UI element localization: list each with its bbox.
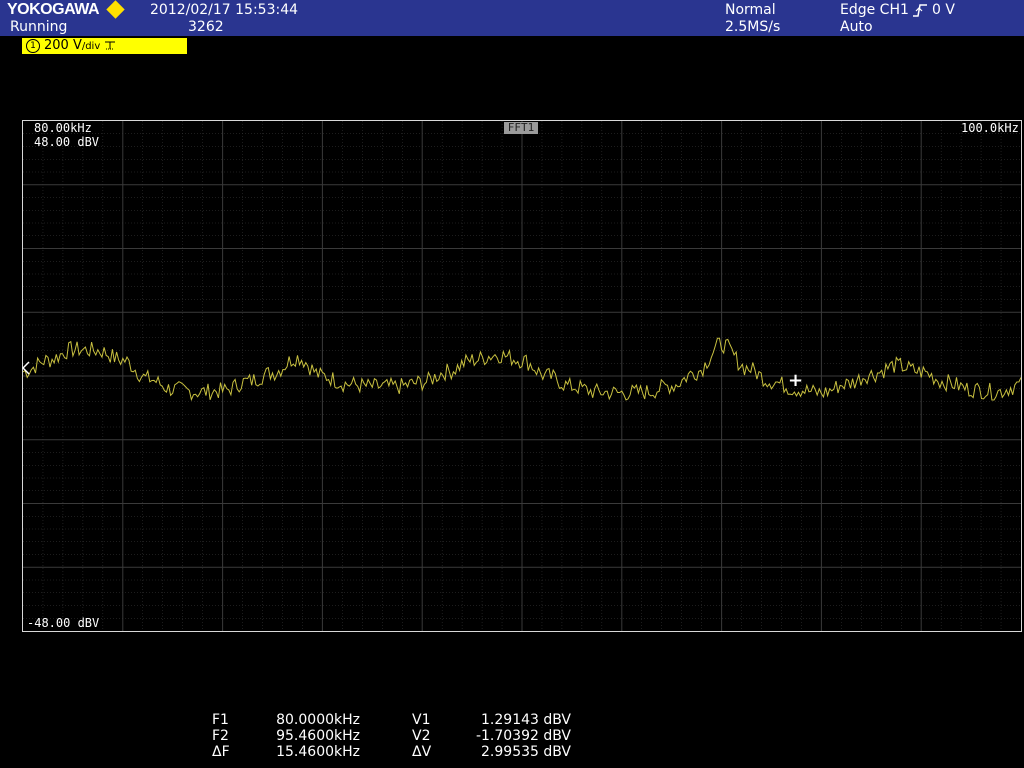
run-status: Running <box>10 19 68 35</box>
v-top-label: 48.00 dBV <box>34 135 100 149</box>
fft-trace-label: FFT1 <box>504 122 538 134</box>
f1-label: F1 <box>212 712 229 728</box>
f2-label: F2 <box>212 728 229 744</box>
delta-f-value: 15.4600kHz <box>276 744 360 760</box>
channel-marker-icon <box>22 361 30 375</box>
delta-v-label: ΔV <box>412 744 432 760</box>
freq-end-label: 100.0kHz <box>961 121 1019 135</box>
v-bottom-label: -48.00 dBV <box>27 616 100 630</box>
delta-f-label: ΔF <box>212 744 230 760</box>
v1-label: V1 <box>412 712 431 728</box>
datetime: 2012/02/17 15:53:44 <box>150 2 299 18</box>
cursor-crosshair-icon[interactable]: + <box>788 372 803 390</box>
freq-start-label: 80.00kHz <box>34 121 92 135</box>
graticule <box>23 121 1021 631</box>
bandwidth-limit-icon <box>105 41 116 50</box>
f1-value: 80.0000kHz <box>276 712 360 728</box>
trigger-source: Edge CH1 <box>840 2 909 18</box>
f2-value: 95.4600kHz <box>276 728 360 744</box>
v1-value: 1.29143 dBV <box>481 712 571 728</box>
trigger-mode: Auto <box>840 19 873 35</box>
status-header: YOKOGAWA Running 2012/02/17 15:53:44 326… <box>0 0 1024 36</box>
diamond-icon <box>106 0 125 19</box>
fft-plot <box>23 121 1021 631</box>
sample-rate: 2.5MS/s <box>725 19 781 35</box>
v2-label: V2 <box>412 728 431 744</box>
v2-value: -1.70392 dBV <box>475 728 571 744</box>
acquisition-count: 3262 <box>188 19 224 35</box>
trigger-level: 0 V <box>932 2 955 18</box>
brand-logo: YOKOGAWA <box>7 1 100 18</box>
channel-scale: 200 V <box>44 38 82 53</box>
channel-unit: /div <box>81 41 101 52</box>
channel-1-badge[interactable]: 1 200 V/div <box>22 38 187 54</box>
waveform-display[interactable] <box>22 120 1022 632</box>
acquisition-mode: Normal <box>725 2 776 18</box>
rising-edge-icon <box>913 4 927 17</box>
delta-v-value: 2.99535 dBV <box>481 744 571 760</box>
channel-number: 1 <box>26 39 40 53</box>
